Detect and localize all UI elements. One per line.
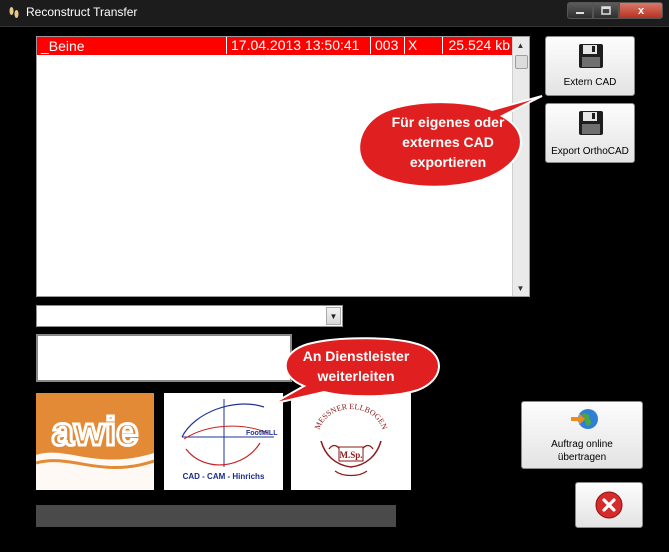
minimize-button[interactable]	[567, 2, 593, 19]
export-orthocad-button[interactable]: Export OrthoCAD	[545, 103, 635, 163]
maximize-button[interactable]	[593, 2, 619, 19]
callout-export-line3: exportieren	[409, 154, 487, 170]
item-size: 25.524 kb	[441, 37, 510, 54]
title-bar: Reconstruct Transfer x	[0, 0, 669, 27]
export-orthocad-label: Export OrthoCAD	[551, 146, 629, 157]
callout-export-line1: Für eigenes oder	[391, 114, 505, 130]
scroll-up-icon[interactable]: ▲	[513, 37, 528, 53]
progress-bar	[36, 505, 396, 527]
globe-arrow-icon	[571, 409, 598, 429]
awie-wordmark: awie	[52, 410, 139, 454]
window-controls: x	[567, 2, 663, 20]
chevron-down-icon[interactable]: ▼	[326, 307, 341, 325]
dienstleister-callout: An Dienstleister weiterleiten	[268, 336, 444, 408]
footmill-graphic: FootMILL	[181, 399, 278, 467]
auftrag-online-button[interactable]: Auftrag online übertragen	[521, 401, 643, 469]
footmill-curve-label: FootMILL	[246, 430, 278, 437]
scroll-down-icon[interactable]: ▼	[513, 280, 528, 296]
callout-export-line2: externes CAD	[402, 134, 494, 150]
ellbogen-initials: M.Sp.	[339, 450, 362, 460]
online-label-line2: übertragen	[557, 452, 607, 463]
footmill-logo[interactable]: FootMILL CAD - CAM - Hinrichs	[164, 393, 283, 490]
item-date: 17.04.2013 13:50:41	[226, 37, 359, 54]
extern-cad-button[interactable]: Extern CAD	[545, 36, 635, 96]
extern-cad-label: Extern CAD	[563, 77, 617, 88]
item-flag: X	[404, 37, 417, 54]
floppy-disk-icon	[579, 44, 603, 68]
online-label-line1: Auftrag online	[551, 439, 613, 450]
close-icon: x	[637, 4, 645, 17]
minimize-icon	[576, 11, 584, 14]
note-field[interactable]	[36, 334, 292, 382]
awie-logo[interactable]: awie	[35, 393, 155, 490]
callout-dienst-line2: weiterleiten	[317, 368, 395, 384]
callout-dienst-line1: An Dienstleister	[302, 348, 410, 364]
export-callout: Für eigenes oder externes CAD exportiere…	[352, 92, 548, 192]
close-button[interactable]	[575, 482, 643, 528]
footmill-caption: CAD - CAM - Hinrichs	[182, 472, 265, 481]
dienstleister-select[interactable]: ▼	[36, 305, 343, 327]
list-item[interactable]: _Beine 17.04.2013 13:50:41 003 X 25.524 …	[37, 37, 516, 55]
footprints-icon	[9, 7, 19, 18]
red-close-icon	[595, 491, 623, 519]
window-title: Reconstruct Transfer	[26, 5, 138, 19]
floppy-disk-icon	[579, 111, 603, 135]
awie-logo-graphic: awie	[35, 393, 155, 490]
item-number: 003	[370, 37, 398, 54]
close-window-button[interactable]: x	[619, 2, 663, 19]
maximize-icon	[601, 6, 611, 15]
item-name: _Beine	[41, 38, 85, 54]
scroll-thumb[interactable]	[515, 55, 528, 69]
